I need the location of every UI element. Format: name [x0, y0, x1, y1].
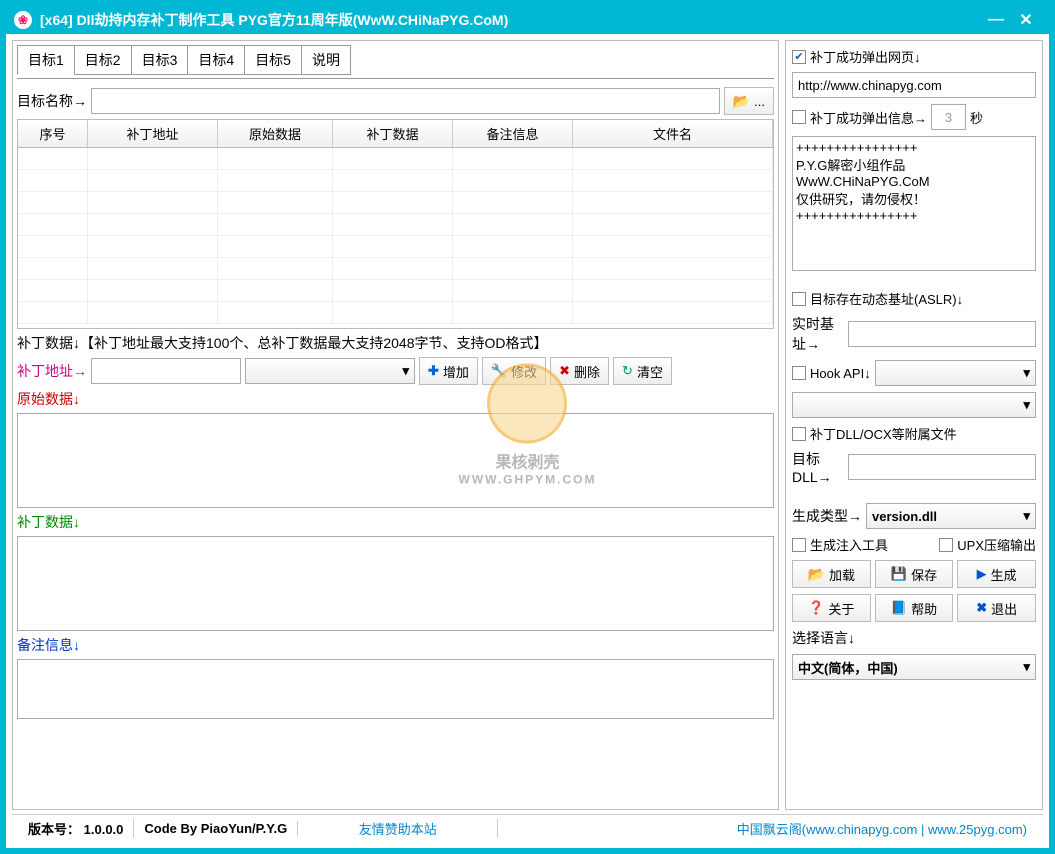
patch-addr-label: 补丁地址→: [17, 361, 87, 381]
target-name-label: 目标名称→: [17, 91, 87, 111]
book-icon: 📘: [891, 600, 907, 616]
exit-button[interactable]: ✖退出: [957, 594, 1036, 622]
th-addr[interactable]: 补丁地址: [88, 120, 218, 147]
seconds-label: 秒: [970, 108, 983, 127]
tab-target3[interactable]: 目标3: [131, 45, 189, 75]
folder-icon: 📂: [808, 566, 825, 583]
wrench-icon: 🔧: [491, 363, 507, 379]
site-link[interactable]: 中国飘云阁(www.chinapyg.com | www.25pyg.com): [737, 822, 1027, 837]
table-body[interactable]: [18, 148, 773, 328]
about-button[interactable]: ❓关于: [792, 594, 871, 622]
popup-web-checkbox[interactable]: ✔ 补丁成功弹出网页↓: [792, 47, 1036, 66]
tab-target4[interactable]: 目标4: [187, 45, 245, 75]
titlebar: ❀ [x64] Dll劫持内存补丁制作工具 PYG官方11周年版(WwW.CHi…: [6, 6, 1049, 34]
checkbox-icon: [792, 366, 806, 380]
version-value: 1.0.0.0: [84, 822, 124, 837]
patch-dll-checkbox[interactable]: 补丁DLL/OCX等附属文件: [792, 424, 1036, 443]
tabs: 目标1 目标2 目标3 目标4 目标5 说明: [17, 45, 774, 75]
popup-web-url-input[interactable]: [792, 72, 1036, 98]
checkbox-icon: [792, 292, 806, 306]
left-panel: 目标1 目标2 目标3 目标4 目标5 说明 目标名称→ 📂 ...: [12, 40, 779, 810]
memo-label: 备注信息↓: [17, 635, 774, 655]
popup-msg-checkbox[interactable]: 补丁成功弹出信息→: [792, 108, 927, 127]
save-icon: 💾: [891, 566, 907, 582]
delete-button[interactable]: ✖删除: [550, 357, 609, 385]
app-icon: ❀: [14, 11, 32, 29]
realtime-base-input[interactable]: [848, 321, 1036, 347]
minimize-button[interactable]: —: [981, 11, 1011, 29]
patch-addr-combo[interactable]: ▾: [245, 358, 415, 384]
save-button[interactable]: 💾保存: [875, 560, 954, 588]
checkbox-icon: [792, 110, 806, 124]
gen-type-label: 生成类型→: [792, 506, 862, 526]
realtime-base-label: 实时基址→: [792, 314, 844, 354]
clear-button[interactable]: ↻清空: [613, 357, 672, 385]
target-dll-input[interactable]: [848, 454, 1036, 480]
statusbar: 版本号： 1.0.0.0 Code By PiaoYun/P.Y.G 友情赞助本…: [12, 814, 1043, 842]
lang-label: 选择语言↓: [792, 628, 1036, 648]
chevron-down-icon: ▾: [1023, 365, 1030, 381]
checkbox-icon: ✔: [792, 50, 806, 64]
memo-textarea[interactable]: [17, 659, 774, 719]
load-button[interactable]: 📂加载: [792, 560, 871, 588]
th-seq[interactable]: 序号: [18, 120, 88, 147]
version-label: 版本号：: [28, 822, 80, 837]
orig-data-label: 原始数据↓: [17, 389, 774, 409]
browse-button[interactable]: 📂 ...: [724, 87, 774, 115]
play-icon: ▶: [977, 566, 987, 582]
sponsor-link[interactable]: 友情赞助本站: [298, 819, 498, 838]
patch-table: 序号 补丁地址 原始数据 补丁数据 备注信息 文件名: [17, 119, 774, 329]
plus-icon: ✚: [428, 363, 439, 379]
hook-api-combo[interactable]: ▾: [875, 360, 1036, 386]
gen-inject-checkbox[interactable]: 生成注入工具: [792, 535, 888, 554]
window-title: [x64] Dll劫持内存补丁制作工具 PYG官方11周年版(WwW.CHiNa…: [40, 10, 508, 30]
hook-api-checkbox[interactable]: Hook API↓: [792, 366, 871, 381]
chevron-down-icon: ▾: [402, 363, 409, 379]
help-button[interactable]: 📘帮助: [875, 594, 954, 622]
hook-api-sub-combo[interactable]: ▾: [792, 392, 1036, 418]
author-label: Code By PiaoYun/P.Y.G: [134, 821, 298, 836]
gen-type-combo[interactable]: version.dll▾: [866, 503, 1036, 529]
popup-msg-textarea[interactable]: ++++++++++++++++ P.Y.G解密小组作品 WwW.CHiNaPY…: [792, 136, 1036, 271]
th-memo[interactable]: 备注信息: [453, 120, 573, 147]
info-icon: ❓: [808, 600, 824, 616]
close-button[interactable]: ✕: [1011, 10, 1041, 30]
folder-icon: 📂: [733, 93, 750, 110]
target-name-input[interactable]: [91, 88, 720, 114]
checkbox-icon: [792, 538, 806, 552]
delete-icon: ✖: [559, 363, 570, 379]
th-orig[interactable]: 原始数据: [218, 120, 333, 147]
language-combo[interactable]: 中文(简体，中国)▾: [792, 654, 1036, 680]
patch-data-info: 补丁数据↓【补丁地址最大支持100个、总补丁数据最大支持2048字节、支持OD格…: [17, 333, 774, 353]
checkbox-icon: [792, 427, 806, 441]
checkbox-icon: [939, 538, 953, 552]
aslr-checkbox[interactable]: 目标存在动态基址(ASLR)↓: [792, 289, 1036, 308]
tab-help[interactable]: 说明: [301, 45, 351, 75]
patch-data-label: 补丁数据↓: [17, 512, 774, 532]
chevron-down-icon: ▾: [1023, 397, 1030, 413]
chevron-down-icon: ▾: [1023, 508, 1030, 524]
modify-button[interactable]: 🔧修改: [482, 357, 546, 385]
th-file[interactable]: 文件名: [573, 120, 773, 147]
add-button[interactable]: ✚增加: [419, 357, 478, 385]
right-panel: ✔ 补丁成功弹出网页↓ 补丁成功弹出信息→ 秒 ++++++++++++++++…: [785, 40, 1043, 810]
target-dll-label: 目标DLL→: [792, 449, 844, 485]
th-patch[interactable]: 补丁数据: [333, 120, 453, 147]
patch-data-textarea[interactable]: [17, 536, 774, 631]
broom-icon: ↻: [622, 363, 633, 379]
generate-button[interactable]: ▶生成: [957, 560, 1036, 588]
close-icon: ✖: [976, 600, 987, 616]
patch-addr-input[interactable]: [91, 358, 241, 384]
tab-target1[interactable]: 目标1: [17, 45, 75, 75]
upx-checkbox[interactable]: UPX压缩输出: [939, 535, 1036, 554]
popup-msg-sec-input[interactable]: [931, 104, 966, 130]
tab-target5[interactable]: 目标5: [244, 45, 302, 75]
chevron-down-icon: ▾: [1023, 659, 1030, 675]
orig-data-textarea[interactable]: [17, 413, 774, 508]
tab-target2[interactable]: 目标2: [74, 45, 132, 75]
